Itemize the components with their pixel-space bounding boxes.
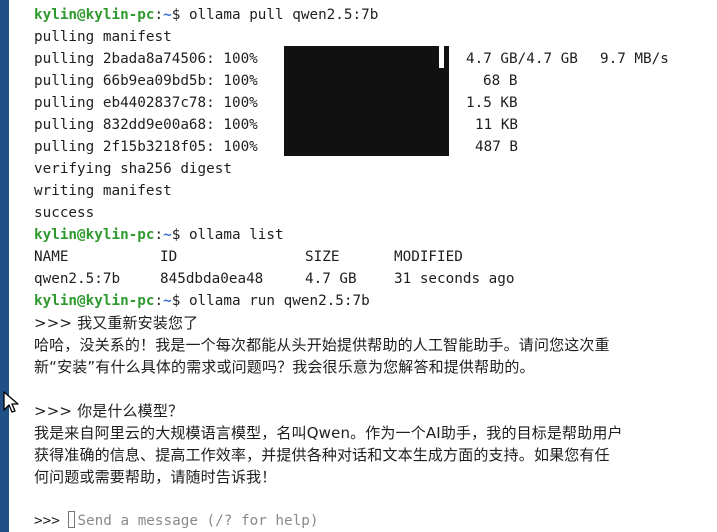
command-text: ollama run qwen2.5:7b <box>180 293 370 309</box>
desktop-edge <box>0 0 9 532</box>
progress-bar <box>284 46 449 68</box>
prompt-sep: : <box>154 293 164 309</box>
output-line: pulling manifest <box>34 29 172 45</box>
prompt-user: kylin@kylin-pc <box>34 227 155 243</box>
prompt-sep: : <box>154 7 164 23</box>
prompt-line-list: kylin@kylin-pc:~$ ollama list <box>34 224 284 246</box>
prompt-line-run: kylin@kylin-pc:~$ ollama run qwen2.5:7b <box>34 290 370 312</box>
layer-label: pulling eb4402837c78: 100% <box>34 95 258 111</box>
list-header-name: NAME <box>34 249 69 265</box>
chat-user-message: >>> 我又重新安装您了 <box>34 314 199 332</box>
chat-user-message: >>> 你是什么模型？ <box>34 402 184 420</box>
terminal-window[interactable]: kylin@kylin-pc:~$ ollama pull qwen2.5:7b… <box>0 0 717 532</box>
text-cursor <box>68 511 76 528</box>
layer-size: 4.7 GB/4.7 GB <box>466 51 578 67</box>
chat-assistant-line: 新“安装”有什么具体的需求或问题吗？我会很乐意为您解答和提供帮助的。 <box>34 358 535 376</box>
command-text: ollama pull qwen2.5:7b <box>180 7 379 23</box>
command-text: ollama list <box>180 227 284 243</box>
prompt-path: ~ <box>163 293 172 309</box>
chat-assistant-line: 我是来自阿里云的大规模语言模型，名叫Qwen。作为一个AI助手，我的目标是帮助用… <box>34 424 623 442</box>
output-line: verifying sha256 digest <box>34 161 232 177</box>
message-input-placeholder[interactable]: Send a message (/? for help) <box>77 513 318 529</box>
list-cell-size: 4.7 GB <box>305 271 357 287</box>
output-line: writing manifest <box>34 183 172 199</box>
mouse-pointer-icon <box>3 391 19 413</box>
list-header-size: SIZE <box>305 249 340 265</box>
progress-bar <box>284 68 449 156</box>
chat-input-line[interactable]: >>> Send a message (/? for help) <box>34 510 318 532</box>
layer-size: 11 KB <box>475 117 519 133</box>
layer-label: pulling 832dd9e00a68: 100% <box>34 117 258 133</box>
input-prompt: >>> <box>34 513 69 529</box>
list-header-id: ID <box>160 249 178 265</box>
list-header-modified: MODIFIED <box>394 249 463 265</box>
prompt-user: kylin@kylin-pc <box>34 293 155 309</box>
chat-assistant-line: 哈哈，没关系的！我是一个每次都能从头开始提供帮助的人工智能助手。请问您这次重 <box>34 336 610 354</box>
list-cell-id: 845dbda0ea48 <box>160 271 264 287</box>
layer-rate: 9.7 MB/s <box>600 51 669 67</box>
progress-bar-end <box>439 46 444 68</box>
list-cell-modified: 31 seconds ago <box>394 271 515 287</box>
chat-assistant-line: 何问题或需要帮助，请随时告诉我！ <box>34 468 277 486</box>
list-cell-name: qwen2.5:7b <box>34 271 121 287</box>
layer-label: pulling 2f15b3218f05: 100% <box>34 139 258 155</box>
layer-label: pulling 66b9ea09bd5b: 100% <box>34 73 258 89</box>
layer-size: 1.5 KB <box>466 95 518 111</box>
layer-size: 68 B <box>483 73 518 89</box>
prompt-path: ~ <box>163 7 172 23</box>
layer-size: 487 B <box>475 139 519 155</box>
prompt-line-pull: kylin@kylin-pc:~$ ollama pull qwen2.5:7b <box>34 4 378 26</box>
output-line: success <box>34 205 95 221</box>
prompt-path: ~ <box>163 227 172 243</box>
layer-label: pulling 2bada8a74506: 100% <box>34 51 258 67</box>
chat-assistant-line: 获得准确的信息、提高工作效率，并提供各种对话和文本生成方面的支持。如果您有任 <box>34 446 610 464</box>
prompt-user: kylin@kylin-pc <box>34 7 155 23</box>
prompt-sep: : <box>154 227 164 243</box>
